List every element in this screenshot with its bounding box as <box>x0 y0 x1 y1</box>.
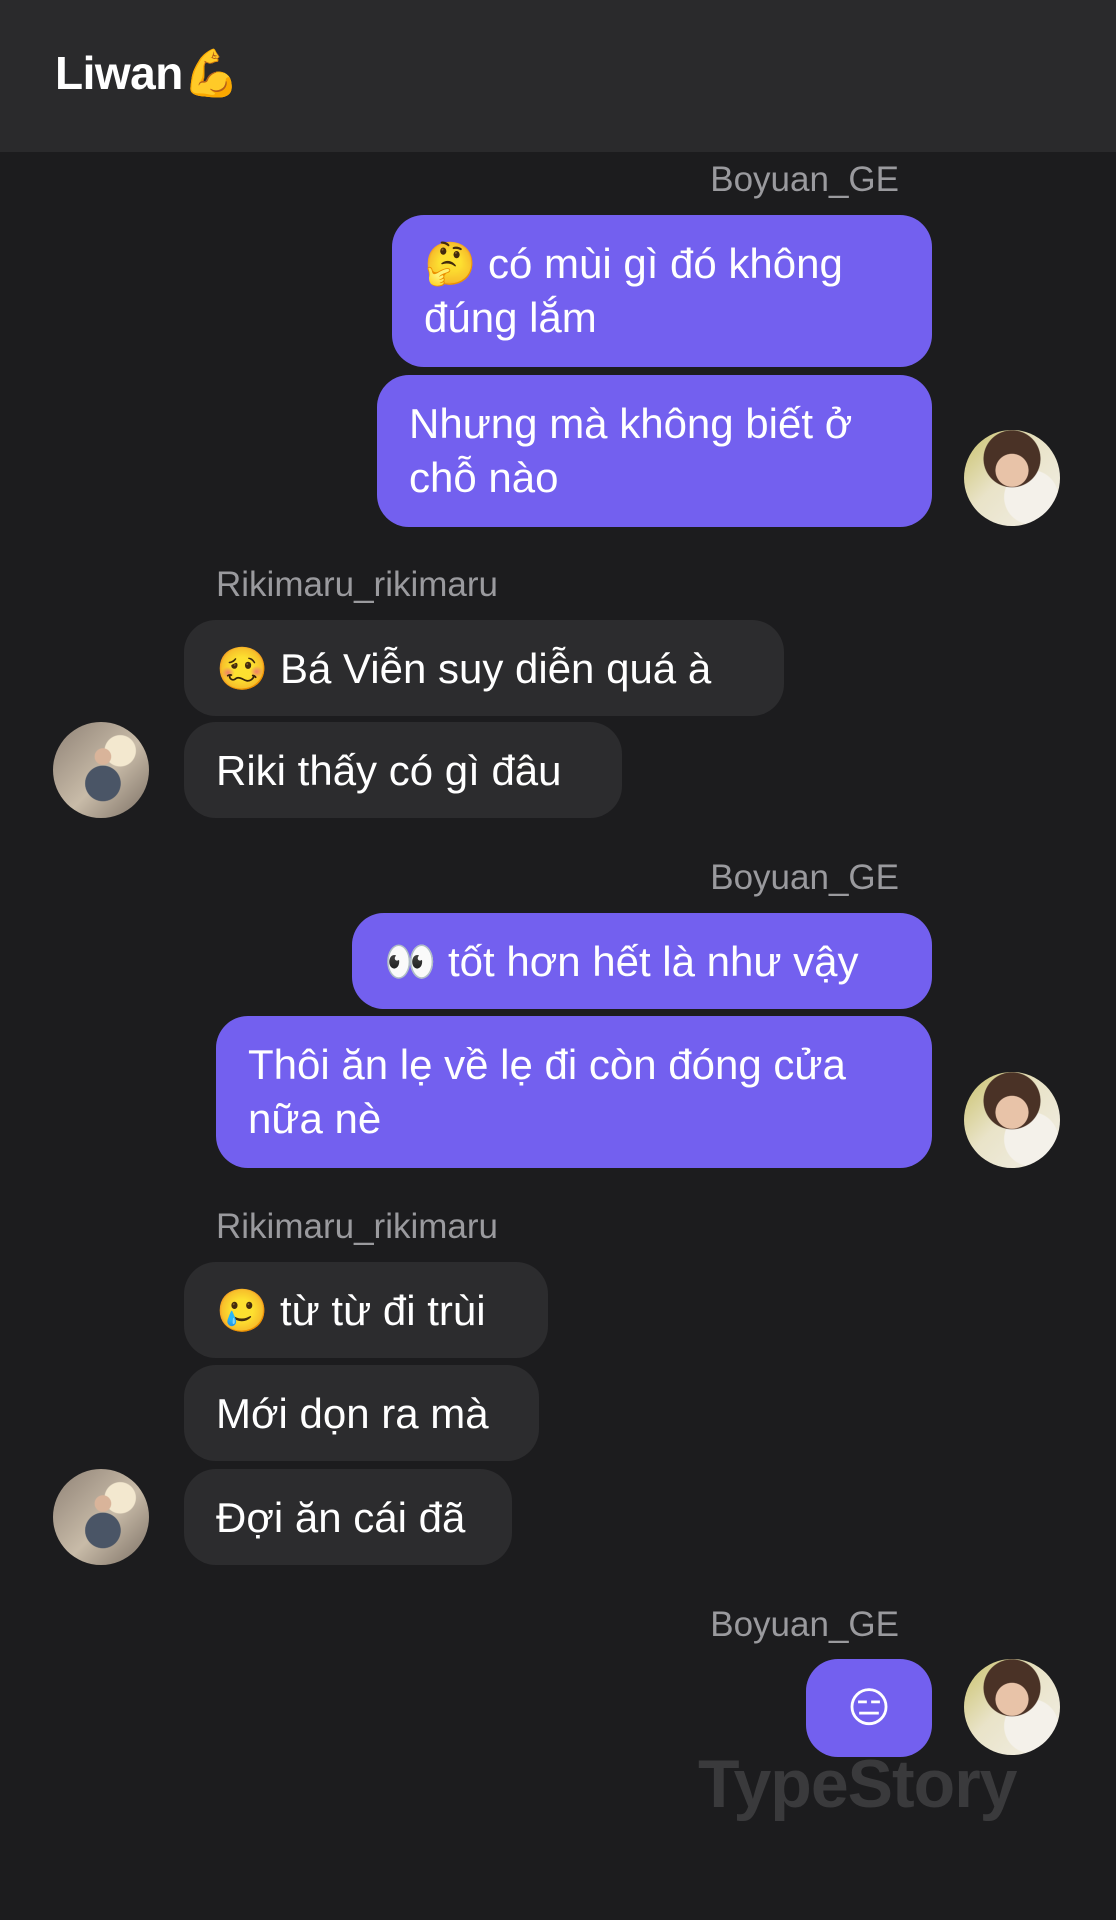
message-bubble[interactable]: Riki thấy có gì đâu <box>184 722 622 818</box>
chat-title-text: Liwan <box>55 47 183 99</box>
watermark-logo: TypeStory <box>698 1746 1017 1822</box>
sender-name: Boyuan_GE <box>710 160 899 199</box>
avatar[interactable] <box>964 1072 1060 1168</box>
message-bubble[interactable]: 😑 <box>806 1659 932 1757</box>
message-bubble[interactable]: Nhưng mà không biết ở chỗ nào <box>377 375 932 527</box>
message-bubble[interactable]: Thôi ăn lẹ về lẹ đi còn đóng cửa nữa nè <box>216 1016 932 1168</box>
chat-header: Liwan💪 <box>0 0 1116 152</box>
avatar[interactable] <box>964 430 1060 526</box>
sender-name: Boyuan_GE <box>710 1605 899 1644</box>
sender-name: Rikimaru_rikimaru <box>216 1207 498 1246</box>
message-bubble[interactable]: Đợi ăn cái đã <box>184 1469 512 1565</box>
sender-name: Rikimaru_rikimaru <box>216 565 498 604</box>
avatar[interactable] <box>53 1469 149 1565</box>
message-bubble[interactable]: Mới dọn ra mà <box>184 1365 539 1461</box>
message-bubble[interactable]: 🥲 từ từ đi trùi <box>184 1262 548 1358</box>
sender-name: Boyuan_GE <box>710 858 899 897</box>
avatar[interactable] <box>53 722 149 818</box>
message-bubble[interactable]: 🥴 Bá Viễn suy diễn quá à <box>184 620 784 716</box>
message-bubble[interactable]: 🤔 có mùi gì đó không đúng lắm <box>392 215 932 367</box>
message-bubble[interactable]: 👀 tốt hơn hết là như vậy <box>352 913 932 1009</box>
avatar[interactable] <box>964 1659 1060 1755</box>
chat-title[interactable]: Liwan💪 <box>55 46 240 101</box>
flexed-biceps-icon: 💪 <box>182 46 240 100</box>
